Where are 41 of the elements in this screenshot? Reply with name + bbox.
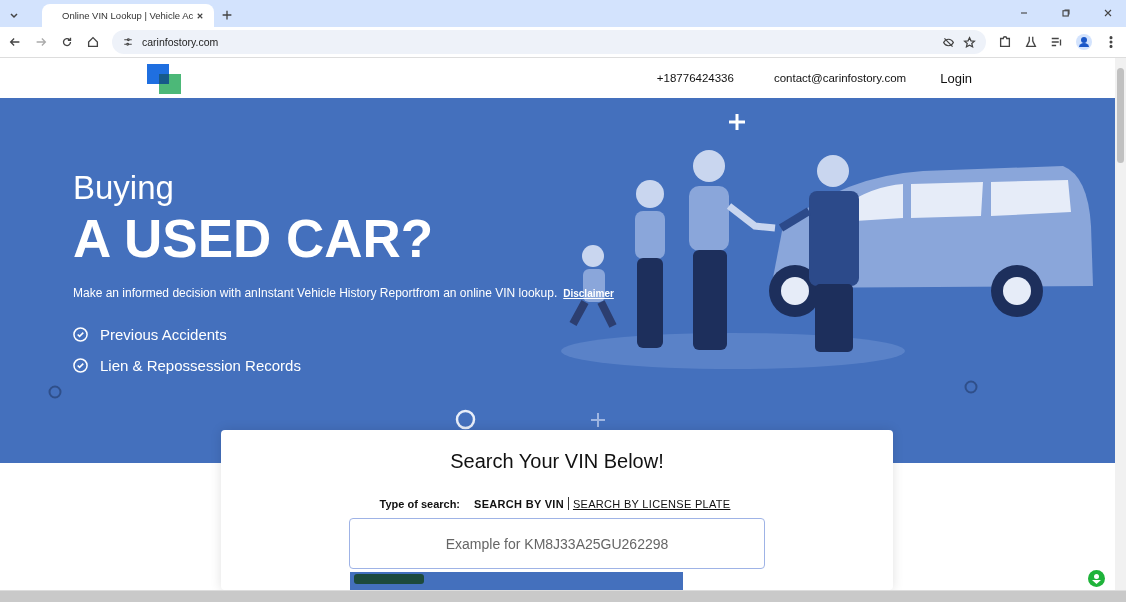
back-arrow-icon[interactable] xyxy=(8,35,22,49)
ring-icon xyxy=(455,409,476,430)
plus-icon xyxy=(591,413,605,427)
browser-tab[interactable]: Online VIN Lookup | Vehicle Ac xyxy=(42,4,214,27)
profile-avatar-icon[interactable] xyxy=(1076,34,1092,50)
hero-kicker: Buying xyxy=(73,170,175,206)
restore-icon[interactable] xyxy=(1060,7,1072,19)
puzzle-piece-icon[interactable] xyxy=(998,35,1012,49)
vertical-scrollbar[interactable] xyxy=(1115,58,1126,590)
email-link[interactable]: contact@carinfostory.com xyxy=(773,72,907,84)
url-text: carinfostory.com xyxy=(142,36,220,48)
eye-slash-icon[interactable] xyxy=(942,35,955,49)
feature-text: Lien & Repossession Records xyxy=(100,357,301,374)
hero-description: Make an informed decision with anInstant Vehicle History Reportfrom an online VIN lookup. xyxy=(73,286,558,300)
plus-icon xyxy=(728,113,746,131)
search-title: Search Your VIN Below! xyxy=(450,450,664,473)
address-bar[interactable]: carinfostory.com xyxy=(112,30,986,54)
check-circle-icon xyxy=(73,358,88,373)
search-type-tab[interactable]: SEARCH BY LICENSE PLATE xyxy=(568,497,735,510)
site-settings-icon[interactable] xyxy=(122,36,134,48)
vin-input-field[interactable]: Example for KM8J33A25GU262298 xyxy=(349,518,765,569)
disclaimer-link[interactable]: Disclaimer xyxy=(563,288,614,299)
home-icon[interactable] xyxy=(86,35,100,49)
star-icon[interactable] xyxy=(963,35,976,49)
reload-icon[interactable] xyxy=(60,35,74,49)
new-tab-plus-icon[interactable] xyxy=(220,8,234,22)
search-type-tab[interactable]: SEARCH BY VIN xyxy=(470,497,568,510)
login-link[interactable]: Login xyxy=(940,70,972,86)
search-type-label: Type of search: xyxy=(379,497,461,510)
flask-icon[interactable] xyxy=(1024,35,1038,49)
hero-headline: A USED CAR? xyxy=(73,208,435,270)
feature-text: Previous Accidents xyxy=(100,326,227,343)
close-window-icon[interactable] xyxy=(1102,7,1114,19)
horizontal-scrollbar[interactable] xyxy=(0,590,1126,602)
ring-icon xyxy=(48,385,62,399)
phone-link[interactable]: +18776424336 xyxy=(656,72,734,84)
site-logo[interactable] xyxy=(147,64,182,96)
chat-support-icon[interactable] xyxy=(1088,570,1105,587)
check-circle-icon xyxy=(73,327,88,342)
ring-icon xyxy=(964,380,978,394)
playlist-icon[interactable] xyxy=(1050,35,1064,49)
